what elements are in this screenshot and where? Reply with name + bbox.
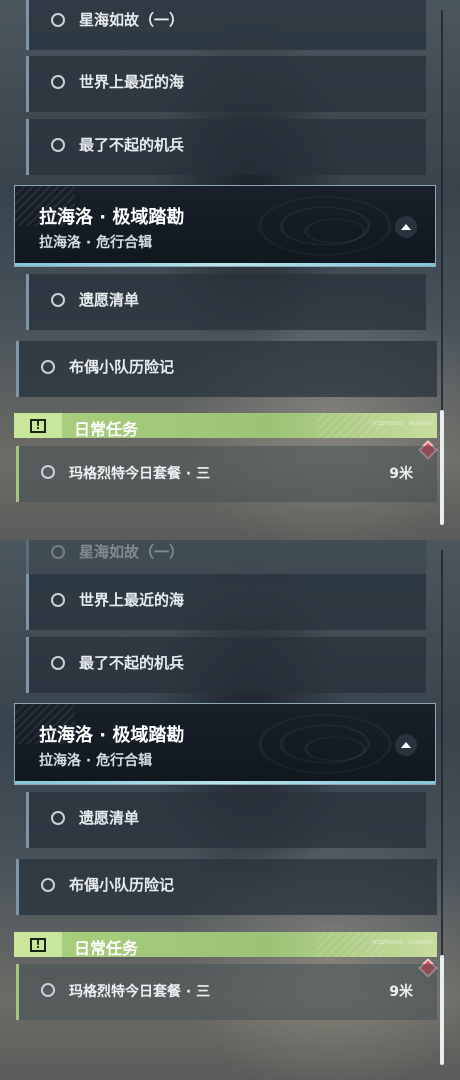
chapter-underline bbox=[15, 263, 435, 266]
quest-status-circle-icon bbox=[41, 878, 55, 892]
quest-status-circle-icon bbox=[51, 545, 65, 559]
daily-header-tag: ПОДРОБНЕЕ · ЗАДАНИЯ bbox=[371, 421, 433, 427]
quest-label: 布偶小队历险记 bbox=[69, 358, 175, 376]
chapter-title: 拉海洛 · 极域踏勘 bbox=[39, 725, 185, 746]
quest-item-nearest-sea[interactable]: 世界上最近的海 bbox=[26, 574, 426, 630]
daily-quests-title: 日常任务 bbox=[74, 420, 139, 438]
quest-item-bucket-list[interactable]: 遗愿清单 bbox=[26, 274, 426, 330]
contour-map-pattern bbox=[225, 704, 405, 784]
quest-status-circle-icon bbox=[51, 13, 65, 27]
quest-label: 世界上最近的海 bbox=[79, 73, 185, 91]
daily-header-tag: ПОДРОБНЕЕ · ЗАДАНИЯ bbox=[371, 940, 433, 946]
scrollbar-thumb[interactable] bbox=[440, 410, 444, 525]
quest-label: 世界上最近的海 bbox=[79, 591, 185, 609]
quest-item-puppet-squad[interactable]: 布偶小队历险记 bbox=[16, 859, 437, 915]
quest-item-greatest-mecha[interactable]: 最了不起的机兵 bbox=[26, 637, 426, 693]
quest-item-greatest-mecha[interactable]: 最了不起的机兵 bbox=[26, 119, 426, 175]
quest-distance: 9米 bbox=[389, 984, 413, 1000]
chapter-subtitle: 拉海洛 · 危行合辑 bbox=[39, 753, 153, 769]
quest-label: 星海如故（一） bbox=[79, 543, 185, 561]
quest-item-puppet-squad[interactable]: 布偶小队历险记 bbox=[16, 341, 437, 397]
daily-quest-label: 玛格烈特今日套餐 · 三 bbox=[69, 466, 211, 482]
daily-quests-title: 日常任务 bbox=[74, 939, 139, 957]
quest-status-circle-icon bbox=[51, 138, 65, 152]
alert-badge: ! bbox=[14, 413, 62, 438]
quest-tracker-panel-bottom: 星海如故（一） 世界上最近的海 最了不起的机兵 拉海洛 · 极域踏勘 拉海洛 ·… bbox=[0, 540, 460, 1080]
contour-map-pattern bbox=[225, 186, 405, 266]
collapse-button[interactable] bbox=[395, 734, 417, 756]
chapter-title: 拉海洛 · 极域踏勘 bbox=[39, 207, 185, 228]
quest-status-circle-icon bbox=[41, 360, 55, 374]
exclamation-icon: ! bbox=[30, 937, 46, 952]
quest-status-circle-icon bbox=[51, 593, 65, 607]
quest-status-circle-icon bbox=[41, 983, 55, 997]
quest-label: 星海如故（一） bbox=[79, 11, 185, 29]
quest-status-circle-icon bbox=[51, 656, 65, 670]
daily-quest-item[interactable]: 玛格烈特今日套餐 · 三 9米 bbox=[16, 446, 437, 502]
daily-quests-header[interactable]: ! 日常任务 ПОДРОБНЕЕ · ЗАДАНИЯ bbox=[14, 932, 437, 957]
exclamation-icon: ! bbox=[30, 418, 46, 433]
quest-tracker-panel-top: 星海如故（一） 世界上最近的海 最了不起的机兵 拉海洛 · 极域踏勘 拉海洛 ·… bbox=[0, 0, 460, 540]
daily-quest-item[interactable]: 玛格烈特今日套餐 · 三 9米 bbox=[16, 964, 437, 1020]
quest-label: 最了不起的机兵 bbox=[79, 136, 185, 154]
chapter-underline bbox=[15, 781, 435, 784]
quest-label: 遗愿清单 bbox=[79, 809, 140, 827]
quest-label: 最了不起的机兵 bbox=[79, 654, 185, 672]
daily-quests-header[interactable]: ! 日常任务 ПОДРОБНЕЕ · ЗАДАНИЯ bbox=[14, 413, 437, 438]
quest-status-circle-icon bbox=[51, 811, 65, 825]
chevron-up-icon bbox=[401, 742, 411, 748]
scrollbar-thumb[interactable] bbox=[440, 955, 444, 1065]
quest-distance: 9米 bbox=[389, 466, 413, 482]
chapter-subtitle: 拉海洛 · 危行合辑 bbox=[39, 235, 153, 251]
quest-status-circle-icon bbox=[41, 465, 55, 479]
quest-item-nearest-sea[interactable]: 世界上最近的海 bbox=[26, 56, 426, 112]
quest-label: 遗愿清单 bbox=[79, 291, 140, 309]
chapter-header[interactable]: 拉海洛 · 极域踏勘 拉海洛 · 危行合辑 bbox=[14, 185, 436, 267]
daily-quest-label: 玛格烈特今日套餐 · 三 bbox=[69, 984, 211, 1000]
quest-status-circle-icon bbox=[51, 293, 65, 307]
chevron-up-icon bbox=[401, 224, 411, 230]
quest-status-circle-icon bbox=[51, 75, 65, 89]
quest-item-bucket-list[interactable]: 遗愿清单 bbox=[26, 792, 426, 848]
quest-item-xinghairugu[interactable]: 星海如故（一） bbox=[26, 0, 426, 50]
alert-badge: ! bbox=[14, 932, 62, 957]
quest-label: 布偶小队历险记 bbox=[69, 876, 175, 894]
collapse-button[interactable] bbox=[395, 216, 417, 238]
chapter-header[interactable]: 拉海洛 · 极域踏勘 拉海洛 · 危行合辑 bbox=[14, 703, 436, 785]
